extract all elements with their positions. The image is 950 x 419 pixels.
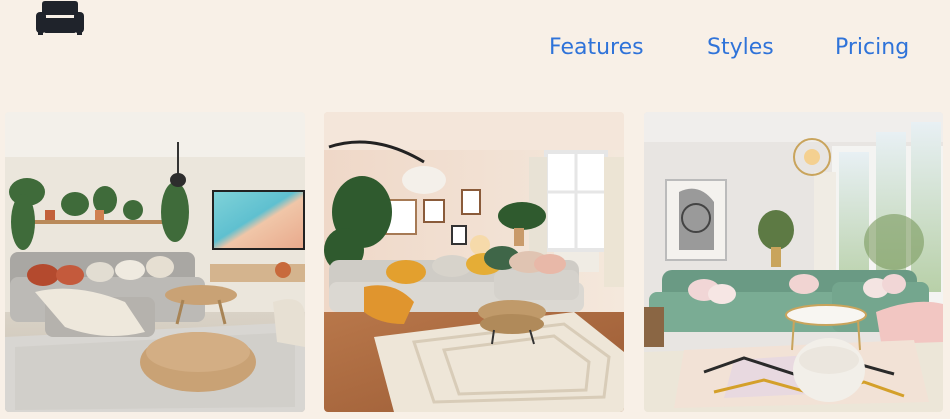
main-nav: Features Styles Pricing bbox=[0, 34, 950, 64]
nav-link-features[interactable]: Features bbox=[549, 34, 644, 62]
gallery-card-arc-lamp[interactable] bbox=[324, 112, 624, 412]
living-room-arc-lamp-image bbox=[324, 112, 624, 412]
sofa-icon[interactable] bbox=[34, 0, 86, 38]
gallery-card-green-sofa[interactable] bbox=[644, 112, 943, 412]
living-room-boho-image bbox=[5, 112, 305, 412]
gallery-card-boho[interactable] bbox=[5, 112, 305, 412]
living-room-green-sofa-image bbox=[644, 112, 943, 412]
nav-link-pricing[interactable]: Pricing bbox=[835, 34, 909, 62]
nav-link-styles[interactable]: Styles bbox=[707, 34, 774, 62]
page: Features Styles Pricing bbox=[0, 0, 950, 419]
